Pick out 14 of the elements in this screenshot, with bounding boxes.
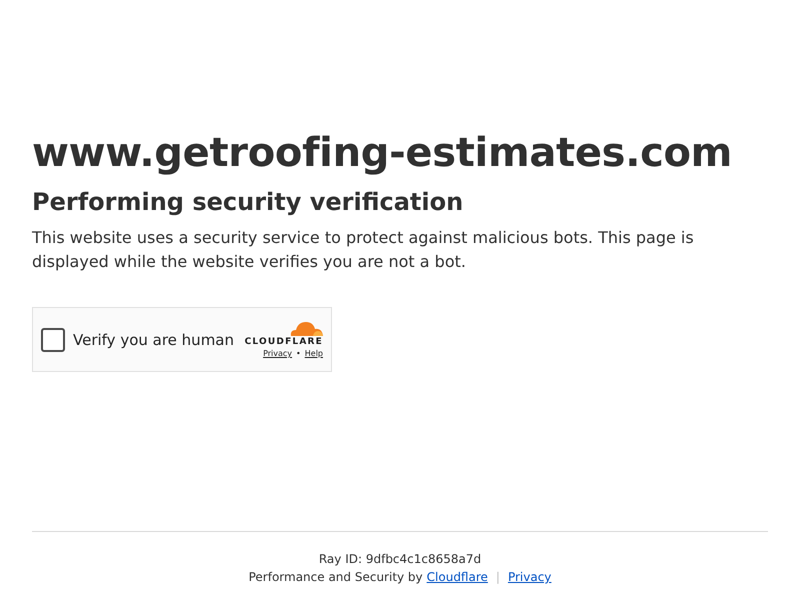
ray-id-text: Ray ID: 9dfbc4c1c8658a7d	[318, 551, 482, 568]
credit-text: Performance and Security by	[248, 569, 423, 586]
privacy-link[interactable]: Privacy	[508, 568, 552, 586]
site-domain: www.getroofing-estimates.com	[32, 129, 734, 178]
link-separator: •	[296, 348, 301, 360]
help-link[interactable]: Help	[304, 348, 323, 360]
page-heading: Performing security verification	[32, 187, 464, 218]
privacy-link[interactable]: Privacy	[263, 348, 292, 360]
verify-label: Verify you are human	[73, 330, 234, 348]
verify-checkbox[interactable]	[41, 328, 65, 352]
description-text: This website uses a security service to protect against malicious bots. This page is displayed while the website verifies you are not a bot.	[32, 227, 695, 273]
brand-name: CLOUDFLARE	[244, 337, 323, 348]
cloudflare-link[interactable]: Cloudflare	[426, 568, 488, 586]
footer-separator: |	[496, 569, 500, 586]
